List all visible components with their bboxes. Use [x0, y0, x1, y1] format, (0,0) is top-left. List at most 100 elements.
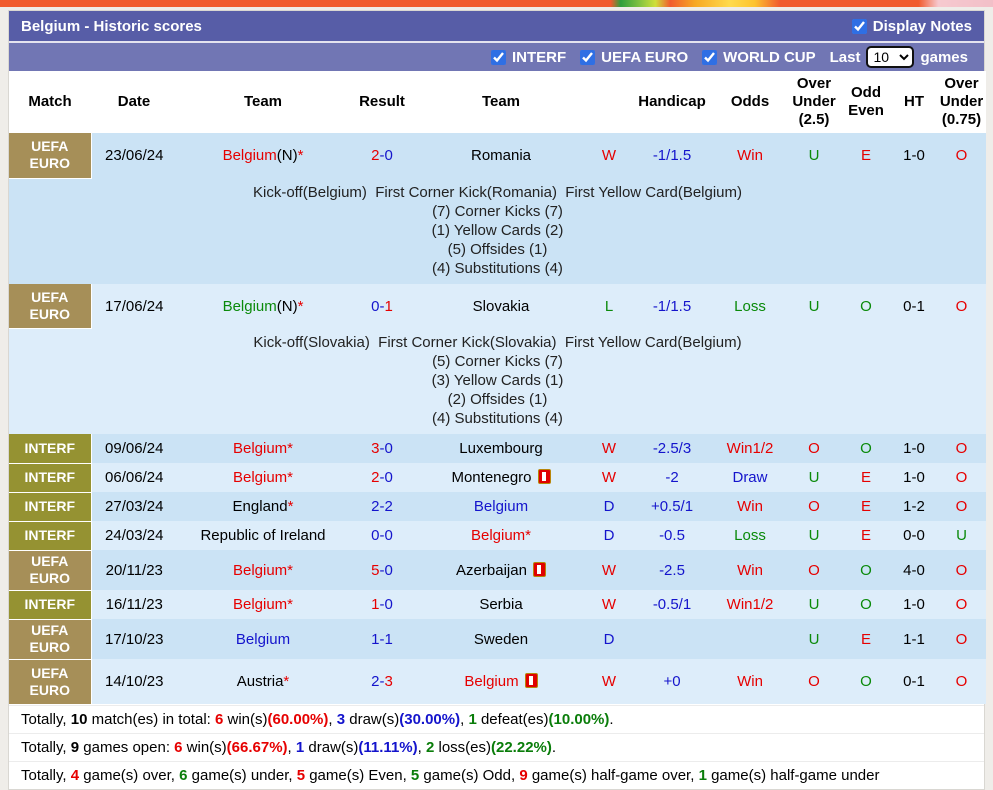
home-team: Belgium*	[177, 550, 349, 590]
display-notes-toggle[interactable]: Display Notes	[851, 17, 972, 35]
half-time-score: 1-0	[891, 463, 937, 492]
checkbox-input[interactable]	[580, 49, 596, 65]
wdl-result: W	[587, 550, 631, 590]
filter-checkbox-world-cup[interactable]: WORLD CUP	[702, 49, 816, 66]
half-time-score: 4-0	[891, 550, 937, 590]
match-row: UEFA EURO 14/10/23 Austria* 2-3 Belgium W +0 Wi…	[9, 659, 986, 705]
over-under-0-75: O	[937, 133, 986, 178]
score: 2-3	[349, 659, 415, 704]
note-line: (4) Substitutions (4)	[432, 259, 563, 277]
note-line: (4) Substitutions (4)	[432, 410, 563, 427]
match-row: UEFA EURO 20/11/23 Belgium* 5-0 Azerbaijan W -…	[9, 550, 986, 591]
handicap-value	[631, 619, 713, 659]
display-notes-label: Display Notes	[872, 17, 972, 35]
over-under-2-5: O	[787, 434, 841, 463]
league-badge: INTERF	[9, 463, 92, 493]
league-badge: INTERF	[9, 434, 92, 464]
odds-result: Win	[713, 550, 787, 590]
league-badge: INTERF	[9, 521, 92, 551]
odds-result: Win	[713, 133, 787, 178]
handicap-value: +0.5/1	[631, 492, 713, 521]
over-under-2-5: O	[787, 550, 841, 590]
match-row: INTERF 24/03/24 Republic of Ireland 0-0 Belg…	[9, 521, 986, 551]
handicap-value: -2.5/3	[631, 434, 713, 463]
odds-result: Loss	[713, 521, 787, 550]
away-team: Romania	[415, 133, 587, 178]
match-date: 20/11/23	[91, 550, 177, 590]
note-line: (5) Offsides (1)	[447, 240, 548, 258]
wdl-result: W	[587, 659, 631, 704]
summary-section: Totally, 10 match(es) in total: 6 win(s)…	[9, 704, 984, 789]
filter-checkbox-uefa-euro[interactable]: UEFA EURO	[580, 49, 688, 66]
half-time-score: 1-1	[891, 619, 937, 659]
odds-result: Win	[713, 659, 787, 704]
red-card-icon	[537, 469, 551, 484]
table-header-row: Match Date Team Result Team Handicap Odds Over …	[9, 71, 986, 133]
over-under-0-75: O	[937, 492, 986, 521]
odd-even: E	[841, 619, 891, 659]
odds-result: Loss	[713, 283, 787, 329]
match-row: INTERF 16/11/23 Belgium* 1-0 Serbia W -0.5/1 Wi…	[9, 590, 986, 620]
over-under-2-5: U	[787, 590, 841, 619]
column-header-over-under-2.5-: Over Under (2.5)	[787, 71, 841, 133]
odd-even: E	[841, 133, 891, 178]
note-line: (7) Corner Kicks (7)	[432, 202, 563, 220]
red-card-icon	[532, 561, 546, 577]
summary-line: Totally, 10 match(es) in total: 6 win(s)…	[9, 704, 984, 733]
match-row: UEFA EURO 17/06/24 Belgium(N)* 0-1 Slovakia L…	[9, 283, 986, 329]
away-team: Sweden	[415, 619, 587, 659]
display-notes-checkbox[interactable]	[851, 18, 867, 34]
handicap-value: -0.5/1	[631, 590, 713, 619]
column-header-match: Match	[9, 71, 91, 133]
checkbox-input[interactable]	[491, 49, 506, 65]
league-badge: UEFA EURO	[9, 550, 92, 591]
odds-result: Win	[713, 492, 787, 521]
handicap-value: -2	[631, 463, 713, 492]
away-team: Serbia	[415, 590, 587, 619]
historic-scores-panel: Belgium - Historic scores Display Notes …	[8, 10, 986, 790]
wdl-result: W	[587, 463, 631, 492]
score: 0-1	[349, 283, 415, 329]
wdl-result: W	[587, 434, 631, 463]
odd-even: E	[841, 492, 891, 521]
league-badge: INTERF	[9, 492, 92, 522]
filter-checkbox-interf[interactable]: INTERF	[491, 49, 566, 66]
checkbox-input[interactable]	[702, 49, 718, 65]
league-badge: UEFA EURO	[9, 283, 92, 329]
away-team: Slovakia	[415, 283, 587, 329]
column-header-over-under-0.75-: Over Under (0.75)	[937, 71, 986, 133]
match-notes: Kick-off(Belgium) First Corner Kick(Roma…	[9, 178, 986, 284]
score: 2-0	[349, 133, 415, 178]
home-team: Belgium(N)*	[177, 283, 349, 329]
note-line: Kick-off(Belgium) First Corner Kick(Roma…	[252, 183, 743, 201]
over-under-2-5: O	[787, 492, 841, 521]
wdl-result: D	[587, 619, 631, 659]
over-under-0-75: O	[937, 283, 986, 329]
odd-even: E	[841, 521, 891, 550]
league-badge: UEFA EURO	[9, 619, 92, 660]
score: 5-0	[349, 550, 415, 590]
home-team: Belgium	[177, 619, 349, 659]
half-time-score: 1-0	[891, 590, 937, 619]
column-header-result: Result	[349, 71, 415, 133]
score: 0-0	[349, 521, 415, 550]
away-team: Belgium	[415, 492, 587, 521]
title-bar: Belgium - Historic scores Display Notes	[9, 11, 984, 43]
over-under-0-75: O	[937, 463, 986, 492]
away-team: Azerbaijan	[415, 550, 587, 590]
half-time-score: 1-2	[891, 492, 937, 521]
over-under-2-5: U	[787, 521, 841, 550]
match-date: 06/06/24	[91, 463, 177, 492]
games-count-select[interactable]: 10	[866, 46, 915, 68]
match-date: 17/06/24	[91, 283, 177, 329]
match-date: 09/06/24	[91, 434, 177, 463]
column-header-ht: HT	[891, 71, 937, 133]
half-time-score: 0-1	[891, 659, 937, 704]
filter-bar: INTERF UEFA EURO WORLD CUP Last 10 games	[9, 43, 984, 71]
over-under-2-5: U	[787, 619, 841, 659]
wdl-result: W	[587, 133, 631, 178]
score: 1-0	[349, 590, 415, 619]
red-card-icon	[524, 673, 538, 688]
odd-even: O	[841, 659, 891, 704]
wdl-result: D	[587, 521, 631, 550]
